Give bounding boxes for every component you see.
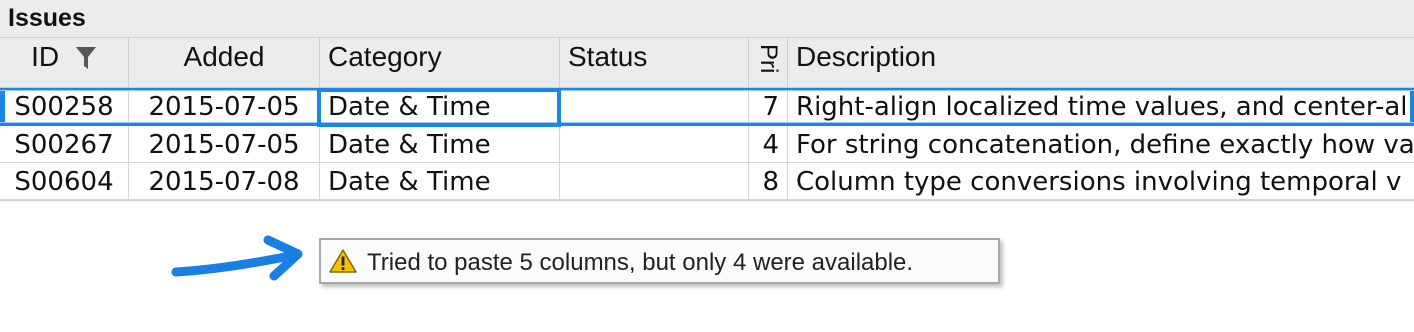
warning-icon [329,248,357,279]
column-header-category-label: Category [328,41,442,72]
column-header-pri[interactable]: Pri [749,38,788,88]
column-header-id-label: ID [31,41,60,72]
cell-added[interactable]: 2015-07-05 [129,88,320,124]
cell-id[interactable]: S00604 [0,163,129,199]
cell-category[interactable]: Date & Time [320,126,560,162]
cell-added[interactable]: 2015-07-05 [129,126,320,162]
column-header-added-label: Added [183,41,265,72]
column-header-description-label: Description [796,41,937,72]
column-header-id[interactable]: ID [0,38,129,88]
cell-pri[interactable]: 7 [749,88,788,124]
cell-added[interactable]: 2015-07-08 [129,163,320,199]
column-header-status-label: Status [568,41,648,72]
column-header-description[interactable]: Description [788,38,1414,88]
paste-warning-toast: Tried to paste 5 columns, but only 4 wer… [319,238,1000,284]
table-title-bar: Issues [0,0,1414,38]
toast-message: Tried to paste 5 columns, but only 4 wer… [367,249,914,276]
column-header-pri-label: Pri [755,44,782,74]
cell-description[interactable]: Right-align localized time values, and c… [788,88,1414,124]
cell-id[interactable]: S00258 [0,88,129,124]
cell-id[interactable]: S00267 [0,126,129,162]
column-header-added[interactable]: Added [129,38,320,88]
table-row[interactable]: S00604 2015-07-08 Date & Time 8 Column t… [0,163,1414,200]
cell-category[interactable]: Date & Time [320,88,560,124]
issues-table: Issues ID Added Category Status Pri Desc… [0,0,1414,201]
cell-description[interactable]: For string concatenation, define exactly… [788,126,1414,162]
table-row[interactable]: S00258 2015-07-05 Date & Time 7 Right-al… [0,88,1414,125]
table-row[interactable]: S00267 2015-07-05 Date & Time 4 For stri… [0,126,1414,163]
column-header-row: ID Added Category Status Pri Description [0,38,1414,88]
cell-pri[interactable]: 8 [749,163,788,199]
cell-status[interactable] [560,163,749,199]
cell-status[interactable] [560,88,749,124]
column-header-category[interactable]: Category [320,38,560,88]
cell-category[interactable]: Date & Time [320,163,560,199]
cell-description[interactable]: Column type conversions involving tempor… [788,163,1414,199]
pointer-arrow-icon [170,232,310,287]
cell-pri[interactable]: 4 [749,126,788,162]
table-title: Issues [8,4,86,32]
filter-icon[interactable] [75,45,97,78]
column-header-status[interactable]: Status [560,38,749,88]
cell-status[interactable] [560,126,749,162]
